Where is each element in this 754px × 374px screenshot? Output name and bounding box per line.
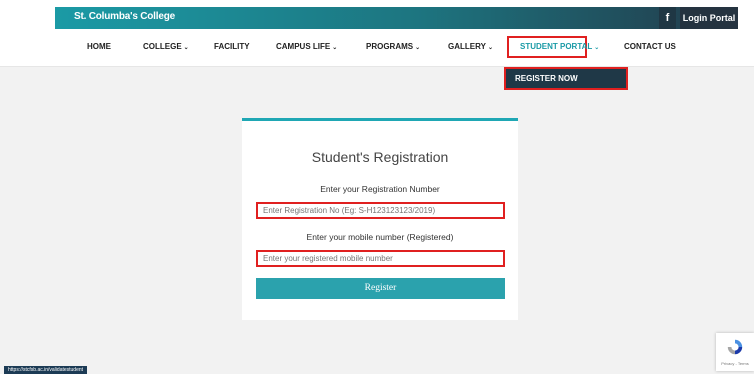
login-portal-button[interactable]: Login Portal (680, 7, 738, 29)
recaptcha-badge[interactable]: Privacy - Terms (716, 333, 754, 371)
college-name[interactable]: St. Columba's College (74, 11, 175, 22)
nav-item-facility[interactable]: FACILITY (214, 34, 250, 60)
registration-number-input[interactable] (256, 202, 505, 219)
nav-item-gallery[interactable]: GALLERY ⌄ (448, 34, 493, 60)
recaptcha-icon (727, 339, 743, 355)
nav-item-label: CONTACT US (624, 42, 676, 51)
register-now-menu-item[interactable]: REGISTER NOW (504, 67, 628, 90)
nav-item-label: FACILITY (214, 42, 250, 51)
chevron-down-icon: ⌄ (594, 45, 600, 51)
recaptcha-text: Privacy - Terms (721, 361, 749, 366)
nav-item-campus-life[interactable]: CAMPUS LIFE ⌄ (276, 34, 337, 60)
nav-item-label: STUDENT PORTAL (520, 42, 593, 51)
nav-item-college[interactable]: COLLEGE ⌄ (143, 34, 189, 60)
top-bar: St. Columba's College f Login Portal (0, 0, 754, 34)
main-nav: HOME COLLEGE ⌄ FACILITY CAMPUS LIFE ⌄ PROG… (0, 34, 754, 67)
nav-item-home[interactable]: HOME (87, 34, 111, 60)
nav-item-contact-us[interactable]: CONTACT US (624, 34, 676, 60)
nav-item-label: GALLERY (448, 42, 486, 51)
nav-item-label: HOME (87, 42, 111, 51)
chevron-down-icon: ⌄ (183, 45, 189, 51)
chevron-down-icon: ⌄ (415, 45, 421, 51)
nav-item-label: CAMPUS LIFE (276, 42, 331, 51)
chevron-down-icon: ⌄ (487, 45, 493, 51)
registration-card: Student's Registration Enter your Regist… (242, 118, 518, 320)
mobile-number-input[interactable] (256, 250, 505, 267)
nav-item-student-portal[interactable]: STUDENT PORTAL ⌄ (520, 34, 599, 60)
form-title: Student's Registration (311, 149, 449, 165)
chevron-down-icon: ⌄ (332, 45, 338, 51)
register-button[interactable]: Register (256, 278, 505, 299)
nav-item-label: PROGRAMS (366, 42, 414, 51)
facebook-icon[interactable]: f (659, 7, 676, 29)
mobile-number-label: Enter your mobile number (Registered) (306, 232, 454, 242)
nav-item-label: COLLEGE (143, 42, 182, 51)
nav-item-programs[interactable]: PROGRAMS ⌄ (366, 34, 420, 60)
status-url: https://stcfsb.ac.in/validatestudent (4, 366, 88, 374)
registration-number-label: Enter your Registration Number (320, 184, 440, 194)
top-bar-banner: St. Columba's College f Login Portal (55, 7, 738, 29)
